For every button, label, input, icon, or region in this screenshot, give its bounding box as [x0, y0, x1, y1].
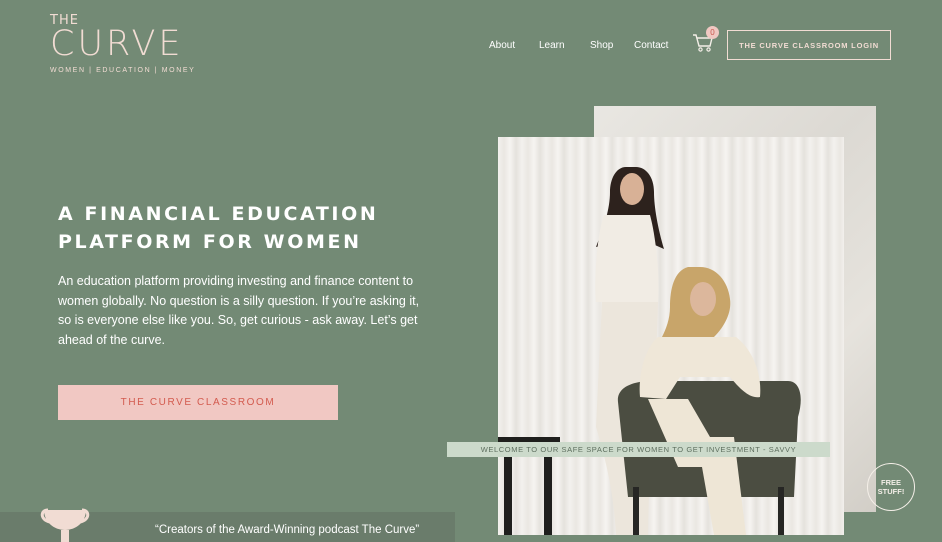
cart-count-badge: 0 [706, 26, 719, 39]
founders-illustration [498, 167, 801, 535]
trophy-icon [40, 508, 90, 542]
free-stuff-badge[interactable]: FREE STUFF! [867, 463, 915, 511]
free-stuff-line1: FREE [880, 478, 901, 487]
nav-learn[interactable]: Learn [539, 40, 565, 51]
hero-description: An education platform providing investin… [58, 274, 420, 347]
hero-title: A FINANCIAL EDUCATION PLATFORM FOR WOMEN [58, 200, 438, 256]
photo-caption-banner: WELCOME TO OUR SAFE SPACE FOR WOMEN TO G… [447, 442, 830, 457]
podcast-award-text: “Creators of the Award-Winning podcast T… [155, 524, 420, 536]
classroom-login-button[interactable]: THE CURVE CLASSROOM LOGIN [727, 30, 891, 60]
nav-shop[interactable]: Shop [590, 40, 613, 51]
founders-photo [498, 137, 844, 535]
curve-classroom-button[interactable]: THE CURVE CLASSROOM [58, 385, 338, 420]
brand-logo[interactable]: THE CURVE WOMEN | EDUCATION | MONEY [50, 14, 210, 75]
logo-wordmark: CURVE [50, 24, 184, 64]
logo-tagline: WOMEN | EDUCATION | MONEY [50, 67, 196, 74]
hero-title-line1: A FINANCIAL EDUCATION [58, 203, 379, 225]
nav-about[interactable]: About [489, 40, 515, 51]
hero-title-line2: PLATFORM FOR WOMEN [58, 231, 362, 253]
free-stuff-line2: STUFF! [877, 487, 905, 496]
nav-contact[interactable]: Contact [634, 40, 668, 51]
